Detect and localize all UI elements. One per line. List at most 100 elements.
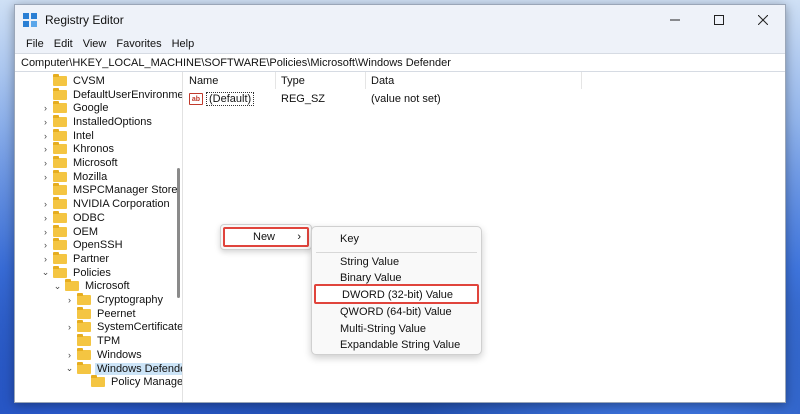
menu-file[interactable]: File [21, 38, 49, 50]
tree-item[interactable]: › ODBC [41, 210, 107, 225]
address-bar[interactable]: Computer\HKEY_LOCAL_MACHINE\SOFTWARE\Pol… [15, 53, 785, 72]
expand-chevron-icon[interactable]: ⌄ [41, 267, 50, 278]
tree-item[interactable]: › Google [41, 101, 110, 115]
tree-item-label: Policy Manager [111, 376, 183, 389]
maximize-icon [714, 15, 724, 25]
tree-item[interactable]: › OpenSSH [41, 238, 125, 252]
tree-item-label: CVSM [73, 74, 105, 87]
tree-item[interactable]: ⌄ Microsoft [53, 279, 132, 294]
tree-item[interactable]: › InstalledOptions [41, 114, 154, 129]
tree-item-label: Policies [73, 266, 111, 279]
value-name: (Default) [206, 92, 255, 106]
folder-icon [53, 210, 67, 223]
tree-item-label: Mozilla [73, 170, 108, 183]
tree-item-label: TPM [97, 335, 121, 348]
tree-item[interactable]: Policy Manager [79, 375, 183, 389]
column-header-name[interactable]: Name [183, 72, 276, 89]
new-submenu: Key String Value Binary Value DWORD (32-… [311, 226, 482, 355]
expand-chevron-icon[interactable]: › [41, 199, 50, 209]
tree-item[interactable]: TPM [65, 334, 122, 348]
expand-chevron-icon[interactable]: › [41, 144, 50, 154]
tree-scrollbar[interactable] [174, 72, 182, 402]
value-data: (value not set) [371, 93, 441, 105]
tree-item[interactable]: › OEM [41, 224, 100, 239]
expand-chevron-icon[interactable]: › [65, 322, 74, 332]
tree-item-label: InstalledOptions [73, 115, 152, 128]
context-menu-new-label: New [253, 231, 276, 243]
context-menu-new[interactable]: New › [223, 227, 309, 247]
close-icon [758, 15, 768, 25]
tree-item[interactable]: › Khronos [41, 142, 116, 157]
tree-item-label: OpenSSH [73, 239, 123, 252]
tree-item-label: Microsoft [85, 280, 130, 293]
folder-icon [53, 114, 67, 127]
minimize-button[interactable] [653, 5, 697, 35]
expand-chevron-icon[interactable]: › [41, 103, 50, 113]
close-button[interactable] [741, 5, 785, 35]
folder-icon [53, 183, 67, 196]
tree-item-label: OEM [73, 225, 99, 238]
menu-view[interactable]: View [78, 38, 112, 50]
submenu-expandable-string-value[interactable]: Expandable String Value [340, 339, 460, 351]
address-path: Computer\HKEY_LOCAL_MACHINE\SOFTWARE\Pol… [21, 56, 451, 69]
registry-tree: CVSM DefaultUserEnvironment › Google › Instal… [15, 72, 183, 402]
folder-icon [53, 128, 67, 141]
column-type-label: Type [281, 74, 305, 87]
submenu-key[interactable]: Key [340, 233, 359, 245]
submenu-multi-string-value[interactable]: Multi-String Value [340, 323, 426, 335]
tree-item[interactable]: ⌄ Policies [41, 265, 113, 280]
tree-item-label: Peernet [97, 307, 136, 320]
tree-item[interactable]: › SystemCertificates [65, 320, 182, 335]
tree-item-label: Microsoft [73, 157, 118, 170]
folder-icon [53, 101, 67, 114]
tree-item[interactable]: CVSM [41, 73, 107, 88]
column-header-data[interactable]: Data [365, 72, 582, 89]
tree-item[interactable]: › Mozilla [41, 169, 109, 184]
maximize-button[interactable] [697, 5, 741, 35]
expand-chevron-icon[interactable]: › [41, 213, 50, 223]
folder-icon [77, 306, 91, 319]
expand-chevron-icon[interactable]: › [41, 117, 50, 127]
tree-item[interactable]: MSPCManager Store [41, 183, 180, 198]
expand-chevron-icon[interactable]: › [41, 158, 50, 168]
expand-chevron-icon[interactable]: › [41, 240, 50, 250]
tree-item[interactable]: ⌄ Windows Defender [65, 361, 182, 376]
tree-item[interactable]: › Partner [41, 251, 111, 266]
expand-chevron-icon[interactable]: › [41, 172, 50, 182]
tree-item-label: Partner [73, 252, 110, 265]
tree-item[interactable]: › Microsoft [41, 156, 120, 170]
submenu-string-value[interactable]: String Value [340, 256, 399, 268]
tree-item[interactable]: › Intel [41, 128, 96, 143]
menu-favorites[interactable]: Favorites [111, 38, 166, 50]
string-value-icon: ab [189, 93, 203, 105]
folder-icon [53, 251, 67, 264]
registry-app-icon [23, 13, 37, 27]
value-type: REG_SZ [281, 93, 326, 105]
expand-chevron-icon[interactable]: › [41, 254, 50, 264]
expand-chevron-icon[interactable]: › [41, 131, 50, 141]
column-header-type[interactable]: Type [275, 72, 366, 89]
submenu-binary-value[interactable]: Binary Value [340, 272, 402, 284]
title-bar: Registry Editor [15, 5, 785, 35]
folder-icon [53, 238, 67, 251]
submenu-dword-highlight[interactable]: DWORD (32-bit) Value [314, 284, 479, 304]
folder-icon [53, 73, 67, 86]
expand-chevron-icon[interactable]: ⌄ [65, 363, 74, 374]
value-row-default[interactable]: ab (Default) REG_SZ (value not set) [183, 91, 583, 107]
expand-chevron-icon[interactable]: › [65, 350, 74, 360]
submenu-qword-value[interactable]: QWORD (64-bit) Value [340, 306, 452, 318]
expand-chevron-icon[interactable]: › [41, 227, 50, 237]
tree-item-label: MSPCManager Store [73, 184, 178, 197]
expand-chevron-icon[interactable]: ⌄ [53, 281, 62, 292]
tree-item[interactable]: › NVIDIA Corporation [41, 197, 172, 211]
menu-help[interactable]: Help [167, 38, 200, 50]
tree-item[interactable]: DefaultUserEnvironment [41, 87, 182, 102]
folder-icon [53, 87, 67, 100]
tree-item[interactable]: Peernet [65, 306, 138, 321]
menu-edit[interactable]: Edit [49, 38, 78, 50]
tree-item-label: Google [73, 102, 109, 115]
tree-item[interactable]: › Windows [65, 347, 144, 362]
expand-chevron-icon[interactable]: › [65, 295, 74, 305]
folder-icon [65, 279, 79, 292]
tree-item[interactable]: › Cryptography [65, 293, 165, 307]
